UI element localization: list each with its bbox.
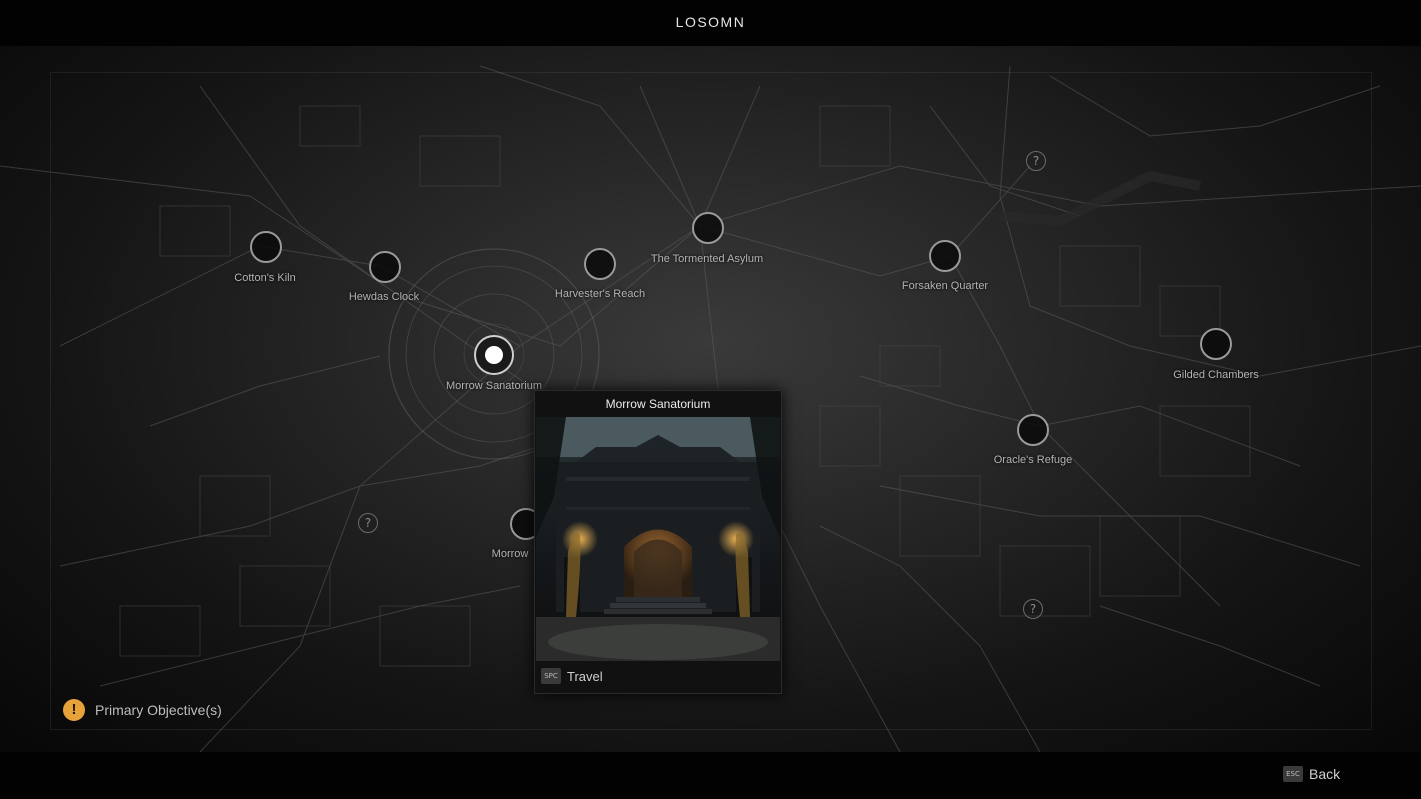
popup-title: Morrow Sanatorium — [605, 397, 711, 411]
primary-objective-label: Primary Objective(s) — [95, 702, 222, 718]
location-node-hewdas-clock[interactable] — [369, 251, 401, 283]
popup-footer: SPC Travel — [535, 661, 781, 691]
primary-objective-legend: ! Primary Objective(s) — [63, 699, 222, 721]
unknown-location-icon[interactable]: ? — [1023, 599, 1043, 619]
location-label-tormented-asylum: The Tormented Asylum — [650, 253, 764, 265]
back-label: Back — [1309, 766, 1341, 782]
location-node-oracles-refuge[interactable] — [1017, 414, 1049, 446]
location-node-forsaken-quarter[interactable] — [929, 240, 961, 272]
travel-action[interactable]: Travel — [567, 669, 603, 684]
location-label-forsaken-quarter: Forsaken Quarter — [901, 280, 989, 292]
location-node-morrow-sanatorium-selected[interactable] — [474, 335, 514, 375]
location-node-harvesters-reach[interactable] — [584, 248, 616, 280]
unknown-location-icon[interactable]: ? — [358, 513, 378, 533]
location-preview-image — [536, 417, 780, 661]
location-node-cottons-kiln[interactable] — [250, 231, 282, 263]
back-button[interactable]: ESC Back — [1283, 766, 1340, 782]
location-label-oracles-refuge: Oracle's Refuge — [993, 454, 1073, 466]
escape-key-icon: ESC — [1283, 766, 1303, 782]
exclamation-icon: ! — [63, 699, 85, 721]
top-bar: LOSOMN — [0, 0, 1421, 46]
location-node-gilded-chambers[interactable] — [1200, 328, 1232, 360]
world-map-screen: LOSOMN Cotton's Kiln Hewdas Clock Harves… — [0, 0, 1421, 799]
bottom-bar — [0, 752, 1421, 799]
location-label-hewdas-clock: Hewdas Clock — [348, 291, 420, 303]
location-popup: Morrow Sanatorium SPC Travel — [534, 390, 782, 694]
location-label-harvesters-reach: Harvester's Reach — [554, 288, 646, 300]
location-label-gilded-chambers: Gilded Chambers — [1173, 369, 1259, 381]
unknown-location-icon[interactable]: ? — [1026, 151, 1046, 171]
location-label-cottons-kiln: Cotton's Kiln — [234, 272, 296, 284]
location-label-morrow-sanatorium: Morrow Sanatorium — [446, 380, 542, 392]
space-key-icon: SPC — [541, 668, 561, 684]
sanatorium-illustration — [536, 417, 780, 661]
region-title: LOSOMN — [675, 14, 746, 30]
location-node-tormented-asylum[interactable] — [692, 212, 724, 244]
location-label-morrow: Morrow — [491, 548, 529, 560]
